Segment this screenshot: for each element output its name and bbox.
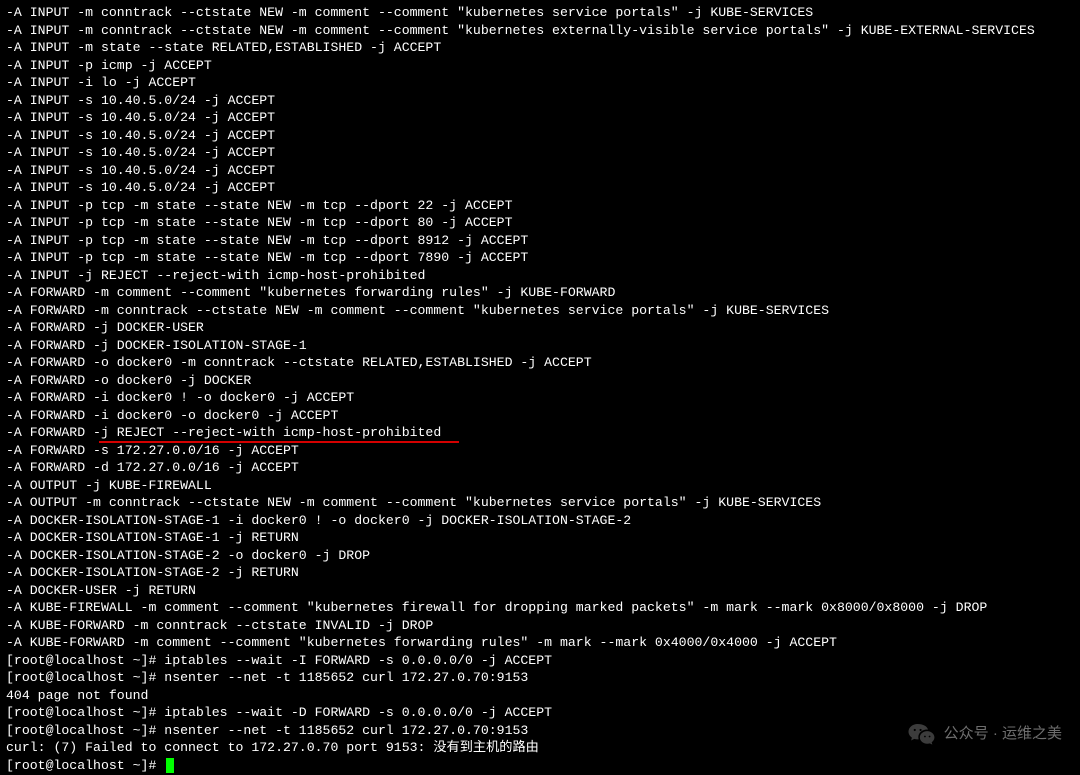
terminal-line: -A INPUT -i lo -j ACCEPT <box>6 74 1074 92</box>
terminal-line: -A INPUT -m state --state RELATED,ESTABL… <box>6 39 1074 57</box>
terminal-line: -A FORWARD -j REJECT --reject-with icmp-… <box>6 424 1074 442</box>
terminal-line: -A KUBE-FORWARD -m conntrack --ctstate I… <box>6 617 1074 635</box>
terminal-line: -A FORWARD -o docker0 -m conntrack --cts… <box>6 354 1074 372</box>
terminal-line: [root@localhost ~]# iptables --wait -I F… <box>6 652 1074 670</box>
terminal-line: -A FORWARD -m conntrack --ctstate NEW -m… <box>6 302 1074 320</box>
terminal-line: -A DOCKER-ISOLATION-STAGE-2 -o docker0 -… <box>6 547 1074 565</box>
terminal-line: [root@localhost ~]# iptables --wait -D F… <box>6 704 1074 722</box>
terminal-line: -A FORWARD -s 172.27.0.0/16 -j ACCEPT <box>6 442 1074 460</box>
terminal-line: [root@localhost ~]# <box>6 757 1074 775</box>
terminal-line: -A INPUT -p tcp -m state --state NEW -m … <box>6 214 1074 232</box>
terminal-line: -A INPUT -m conntrack --ctstate NEW -m c… <box>6 22 1074 40</box>
terminal-line: -A DOCKER-ISOLATION-STAGE-2 -j RETURN <box>6 564 1074 582</box>
terminal-line: 404 page not found <box>6 687 1074 705</box>
terminal-line: -A DOCKER-ISOLATION-STAGE-1 -i docker0 !… <box>6 512 1074 530</box>
terminal-line: -A INPUT -m conntrack --ctstate NEW -m c… <box>6 4 1074 22</box>
cursor <box>166 758 174 773</box>
terminal-line: -A OUTPUT -m conntrack --ctstate NEW -m … <box>6 494 1074 512</box>
terminal-line: -A INPUT -p tcp -m state --state NEW -m … <box>6 197 1074 215</box>
terminal-line: -A INPUT -s 10.40.5.0/24 -j ACCEPT <box>6 144 1074 162</box>
terminal-line: -A OUTPUT -j KUBE-FIREWALL <box>6 477 1074 495</box>
terminal-line: -A DOCKER-USER -j RETURN <box>6 582 1074 600</box>
terminal-line: -A FORWARD -d 172.27.0.0/16 -j ACCEPT <box>6 459 1074 477</box>
terminal-line: -A FORWARD -o docker0 -j DOCKER <box>6 372 1074 390</box>
terminal-line: -A INPUT -s 10.40.5.0/24 -j ACCEPT <box>6 162 1074 180</box>
terminal-line: -A INPUT -s 10.40.5.0/24 -j ACCEPT <box>6 109 1074 127</box>
terminal-line: -A INPUT -s 10.40.5.0/24 -j ACCEPT <box>6 127 1074 145</box>
terminal-line: -A KUBE-FIREWALL -m comment --comment "k… <box>6 599 1074 617</box>
terminal-line: [root@localhost ~]# nsenter --net -t 118… <box>6 722 1074 740</box>
terminal-line: -A FORWARD -j DOCKER-USER <box>6 319 1074 337</box>
terminal-line: -A FORWARD -i docker0 ! -o docker0 -j AC… <box>6 389 1074 407</box>
terminal-line: -A INPUT -j REJECT --reject-with icmp-ho… <box>6 267 1074 285</box>
terminal-line: -A FORWARD -m comment --comment "kuberne… <box>6 284 1074 302</box>
terminal-line: -A FORWARD -i docker0 -o docker0 -j ACCE… <box>6 407 1074 425</box>
terminal-line: -A DOCKER-ISOLATION-STAGE-1 -j RETURN <box>6 529 1074 547</box>
terminal-line: -A INPUT -s 10.40.5.0/24 -j ACCEPT <box>6 92 1074 110</box>
terminal-line: curl: (7) Failed to connect to 172.27.0.… <box>6 739 1074 757</box>
terminal-output[interactable]: -A INPUT -m conntrack --ctstate NEW -m c… <box>0 0 1080 775</box>
terminal-line: -A FORWARD -j DOCKER-ISOLATION-STAGE-1 <box>6 337 1074 355</box>
terminal-line: -A INPUT -s 10.40.5.0/24 -j ACCEPT <box>6 179 1074 197</box>
terminal-line: [root@localhost ~]# nsenter --net -t 118… <box>6 669 1074 687</box>
terminal-line: -A KUBE-FORWARD -m comment --comment "ku… <box>6 634 1074 652</box>
terminal-line: -A INPUT -p icmp -j ACCEPT <box>6 57 1074 75</box>
terminal-line: -A INPUT -p tcp -m state --state NEW -m … <box>6 232 1074 250</box>
terminal-line: -A INPUT -p tcp -m state --state NEW -m … <box>6 249 1074 267</box>
